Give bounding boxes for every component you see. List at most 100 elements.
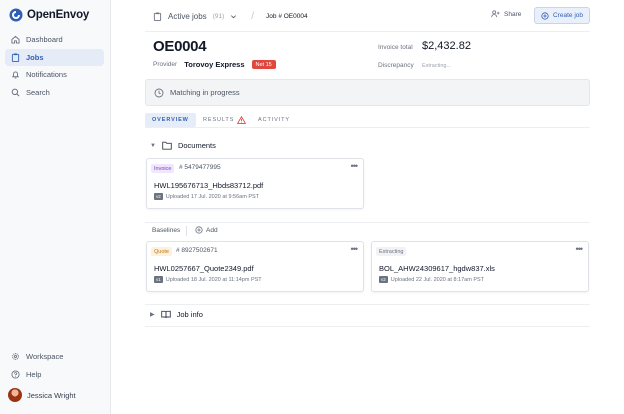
caret-right-icon: ▶ (150, 312, 155, 318)
document-filename[interactable]: BOL_AHW24309617_hgdw837.xls (379, 264, 495, 273)
version-badge: v2 (154, 193, 163, 200)
sidebar-item-search[interactable]: Search (5, 84, 104, 101)
sidebar-item-help[interactable]: Help (5, 366, 104, 383)
more-options-icon[interactable]: ••• (351, 244, 359, 254)
add-baseline-button[interactable]: Add (195, 226, 218, 234)
avatar (8, 388, 22, 402)
gear-icon (12, 353, 19, 360)
job-info-section-header[interactable]: ▶ Job info (150, 310, 203, 319)
openenvoy-logo-icon (9, 8, 23, 22)
quote-card[interactable]: Quote # 8927502671 ••• HWL0257667_Quote2… (146, 241, 364, 292)
top-bar: Active jobs (91) / Job # OE0004 Share Cr… (145, 0, 590, 32)
document-filename[interactable]: HWL0257667_Quote2349.pdf (154, 264, 254, 273)
tab-overview[interactable]: OVERVIEW (145, 113, 196, 127)
invoice-total-label: Invoice total (378, 44, 413, 51)
sidebar-item-label: Jobs (26, 52, 44, 62)
version-badge: v2 (379, 276, 388, 283)
chevron-down-icon[interactable] (230, 13, 237, 20)
document-meta: v2 Uploaded 17 Jul. 2020 at 9:56am PST (154, 193, 259, 200)
breadcrumb-separator: / (251, 11, 255, 22)
discrepancy-value: Extracting... (422, 63, 452, 69)
breadcrumb: Active jobs (91) / Job # OE0004 (153, 11, 308, 22)
discrepancy-label: Discrepancy (378, 62, 414, 69)
main-nav: Dashboard Jobs Notifications Search (5, 31, 104, 101)
document-meta: v2 Uploaded 22 Jul. 2020 at 8:17am PST (379, 276, 484, 283)
plus-circle-icon (195, 226, 203, 234)
document-filename[interactable]: HWL195676713_Hbds83712.pdf (154, 181, 263, 190)
tab-label: RESULTS (203, 117, 235, 123)
job-info-title: Job info (176, 310, 203, 319)
clock-icon (154, 88, 164, 97)
extracting-card[interactable]: Extracting ••• BOL_AHW24309617_hgdw837.x… (371, 241, 589, 292)
add-label: Add (206, 226, 218, 234)
invoice-tag: Invoice (151, 164, 175, 173)
share-users-icon (491, 10, 500, 18)
divider (145, 304, 590, 305)
help-icon (11, 369, 20, 379)
bottom-nav: Workspace Help (5, 348, 104, 383)
documents-section-header[interactable]: ▼ Documents (150, 141, 216, 150)
version-badge: v1 (154, 276, 163, 283)
brand[interactable]: OpenEnvoy (9, 8, 89, 22)
folder-icon (162, 141, 172, 150)
matching-status-banner: Matching in progress (145, 79, 590, 106)
caret-down-icon: ▼ (150, 142, 156, 149)
sidebar-item-dashboard[interactable]: Dashboard (5, 31, 104, 48)
sidebar-item-notifications[interactable]: Notifications (5, 66, 104, 83)
tab-results[interactable]: RESULTS (203, 113, 247, 127)
sidebar-item-jobs[interactable]: Jobs (5, 48, 104, 66)
divider (145, 326, 590, 327)
quote-tag: Quote (151, 247, 172, 256)
invoice-card[interactable]: Invoice # 5479477995 ••• HWL195676713_Hb… (146, 158, 364, 209)
sidebar-item-label: Help (26, 369, 42, 379)
extracting-tag: Extracting (376, 247, 407, 256)
user-profile[interactable]: Jessica Wright (8, 388, 76, 402)
breadcrumb-section[interactable]: Active jobs (168, 12, 207, 21)
more-options-icon[interactable]: ••• (351, 161, 359, 171)
bell-icon (11, 71, 20, 79)
invoice-total-value: $2,432.82 (422, 40, 471, 52)
sidebar-item-label: Search (26, 87, 50, 97)
tab-activity[interactable]: ACTIVITY (258, 113, 290, 127)
upload-time: Uploaded 22 Jul. 2020 at 8:17am PST (390, 276, 485, 283)
page-title: OE0004 (153, 38, 207, 55)
divider (186, 226, 187, 236)
document-number: # 8927502671 (176, 247, 218, 254)
share-label: Share (504, 10, 522, 18)
provider-name: Torovoy Express (184, 60, 245, 69)
sidebar-item-label: Workspace (26, 352, 64, 361)
document-number: # 5479477995 (179, 164, 221, 171)
status-text: Matching in progress (170, 88, 240, 97)
create-job-button[interactable]: Create job (534, 7, 590, 24)
baselines-header: Baselines Add (145, 222, 590, 238)
provider-row: Provider Torovoy Express Net 15 (153, 60, 276, 69)
sidebar-item-label: Dashboard (26, 35, 63, 44)
sidebar: OpenEnvoy Dashboard Jobs Notifications S… (0, 0, 111, 414)
book-icon (160, 310, 171, 319)
sidebar-item-label: Notifications (26, 70, 67, 79)
app-name: OpenEnvoy (27, 9, 90, 21)
upload-time: Uploaded 18 Jul. 2020 at 11:14pm PST (165, 276, 262, 283)
sidebar-item-workspace[interactable]: Workspace (5, 348, 104, 365)
breadcrumb-job: Job # OE0004 (266, 13, 308, 20)
documents-title: Documents (177, 141, 216, 150)
document-meta: v1 Uploaded 18 Jul. 2020 at 11:14pm PST (154, 276, 262, 283)
user-name: Jessica Wright (27, 390, 76, 400)
more-options-icon[interactable]: ••• (576, 244, 584, 254)
create-job-label: Create job (553, 12, 583, 19)
search-icon (11, 88, 20, 96)
tab-bar: OVERVIEW RESULTS ACTIVITY (145, 113, 590, 128)
tab-label: ACTIVITY (258, 117, 290, 123)
payment-terms-badge: Net 15 (251, 60, 276, 69)
clipboard-icon (11, 53, 20, 62)
warning-icon (237, 116, 247, 124)
jobs-count: (91) (212, 13, 225, 20)
share-button[interactable]: Share (491, 10, 521, 18)
baselines-label: Baselines (152, 227, 181, 234)
plus-circle-icon (541, 11, 549, 20)
clipboard-icon (153, 12, 162, 21)
home-icon (11, 35, 20, 44)
tab-label: OVERVIEW (152, 117, 189, 123)
upload-time: Uploaded 17 Jul. 2020 at 9:56am PST (165, 193, 260, 200)
provider-label: Provider (153, 61, 178, 68)
